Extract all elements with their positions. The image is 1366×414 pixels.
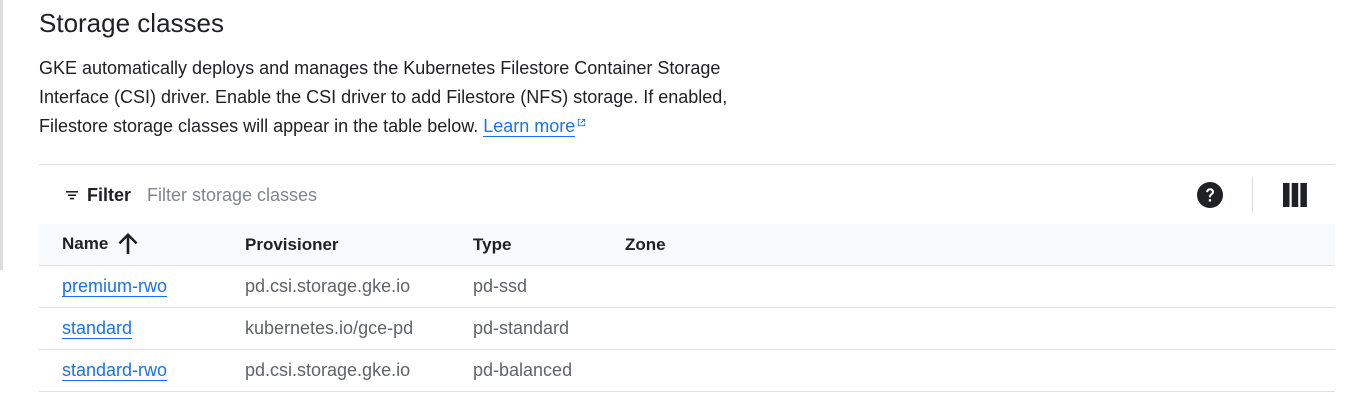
- learn-more-link[interactable]: Learn more: [483, 116, 576, 137]
- toolbar-divider: [1252, 177, 1253, 213]
- filter-input[interactable]: [147, 180, 747, 210]
- storage-class-link[interactable]: standard: [62, 318, 133, 339]
- table-row: standard-rwo pd.csi.storage.gke.io pd-ba…: [39, 349, 1335, 392]
- filter-button[interactable]: Filter: [65, 182, 131, 208]
- cell-zone: [625, 265, 1335, 308]
- table-row: standard kubernetes.io/gce-pd pd-standar…: [39, 307, 1335, 350]
- table-header-row: Name Provisioner Type Zone: [39, 224, 1335, 266]
- description-line-3: Filestore storage classes will appear in…: [39, 116, 479, 136]
- storage-classes-table: Name Provisioner Type Zone premium-rwo p…: [39, 224, 1335, 392]
- cell-type: pd-standard: [473, 307, 625, 350]
- storage-classes-page: Storage classes GKE automatically deploy…: [0, 0, 1366, 414]
- column-header-provisioner[interactable]: Provisioner: [245, 224, 473, 266]
- filter-label: Filter: [87, 184, 132, 205]
- cell-name: premium-rwo: [39, 265, 245, 308]
- cell-provisioner: pd.csi.storage.gke.io: [245, 265, 473, 308]
- column-header-zone[interactable]: Zone: [625, 224, 1335, 266]
- table-row: premium-rwo pd.csi.storage.gke.io pd-ssd: [39, 265, 1335, 308]
- external-link-icon: [578, 118, 586, 127]
- help-icon[interactable]: [1196, 181, 1224, 209]
- arrow-up-icon[interactable]: [116, 231, 140, 255]
- cell-provisioner: pd.csi.storage.gke.io: [245, 349, 473, 392]
- column-header-name[interactable]: Name: [39, 224, 245, 266]
- left-panel-border: [0, 0, 3, 270]
- table-toolbar: Filter: [39, 164, 1335, 225]
- filter-icon: [66, 191, 78, 200]
- column-header-name-label: Name: [62, 234, 109, 254]
- section-title: Storage classes: [39, 8, 224, 38]
- description-line-2: Interface (CSI) driver. Enable the CSI d…: [39, 87, 728, 107]
- description-line-1: GKE automatically deploys and manages th…: [39, 58, 721, 78]
- column-header-type[interactable]: Type: [473, 224, 625, 266]
- cell-zone: [625, 349, 1335, 392]
- column-display-options-icon[interactable]: [1282, 182, 1308, 208]
- cell-type: pd-balanced: [473, 349, 625, 392]
- cell-name: standard-rwo: [39, 349, 245, 392]
- section-description: GKE automatically deploys and manages th…: [39, 54, 779, 141]
- cell-zone: [625, 307, 1335, 350]
- cell-name: standard: [39, 307, 245, 350]
- storage-class-link[interactable]: standard-rwo: [62, 360, 168, 381]
- storage-class-link[interactable]: premium-rwo: [62, 276, 168, 297]
- cell-provisioner: kubernetes.io/gce-pd: [245, 307, 473, 350]
- cell-type: pd-ssd: [473, 265, 625, 308]
